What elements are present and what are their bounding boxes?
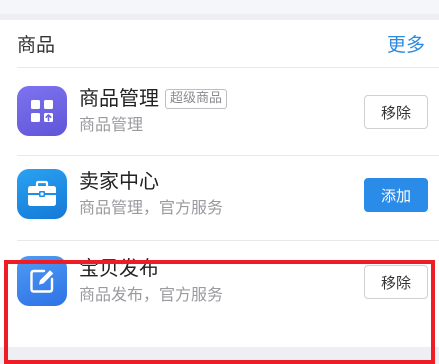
more-link[interactable]: 更多 <box>387 33 425 57</box>
list-item-seller-center[interactable]: 卖家中心 商品管理，官方服务 添加 <box>0 155 439 235</box>
edit-icon <box>17 256 67 306</box>
item-subtitle: 商品发布，官方服务 <box>79 285 224 304</box>
item-subtitle: 商品管理 <box>79 115 144 134</box>
grid-upload-icon <box>17 86 67 136</box>
section-header: 商品 更多 <box>0 20 439 70</box>
list-item-product-publish[interactable]: 宝贝发布 商品发布，官方服务 移除 <box>0 242 439 322</box>
products-section-card: 商品 更多 商品管理 超级商品 商品管理 移除 卖家中心 商品管理，官方服务 添… <box>0 20 439 364</box>
add-button[interactable]: 添加 <box>364 178 428 212</box>
item-title: 商品管理 超级商品 <box>79 85 228 111</box>
section-title: 商品 <box>17 34 56 56</box>
super-product-tag: 超级商品 <box>165 89 228 109</box>
item-title: 宝贝发布 <box>79 256 159 280</box>
briefcase-icon <box>17 169 67 219</box>
top-card-remnant <box>0 0 439 14</box>
remove-button[interactable]: 移除 <box>364 95 428 129</box>
item-title: 卖家中心 <box>79 169 159 193</box>
header-divider <box>17 67 439 68</box>
row-divider <box>17 240 439 241</box>
list-item-product-management[interactable]: 商品管理 超级商品 商品管理 移除 <box>0 72 439 152</box>
remove-button[interactable]: 移除 <box>364 265 428 299</box>
item-subtitle: 商品管理，官方服务 <box>79 198 224 217</box>
item-title-text: 商品管理 <box>79 86 159 110</box>
